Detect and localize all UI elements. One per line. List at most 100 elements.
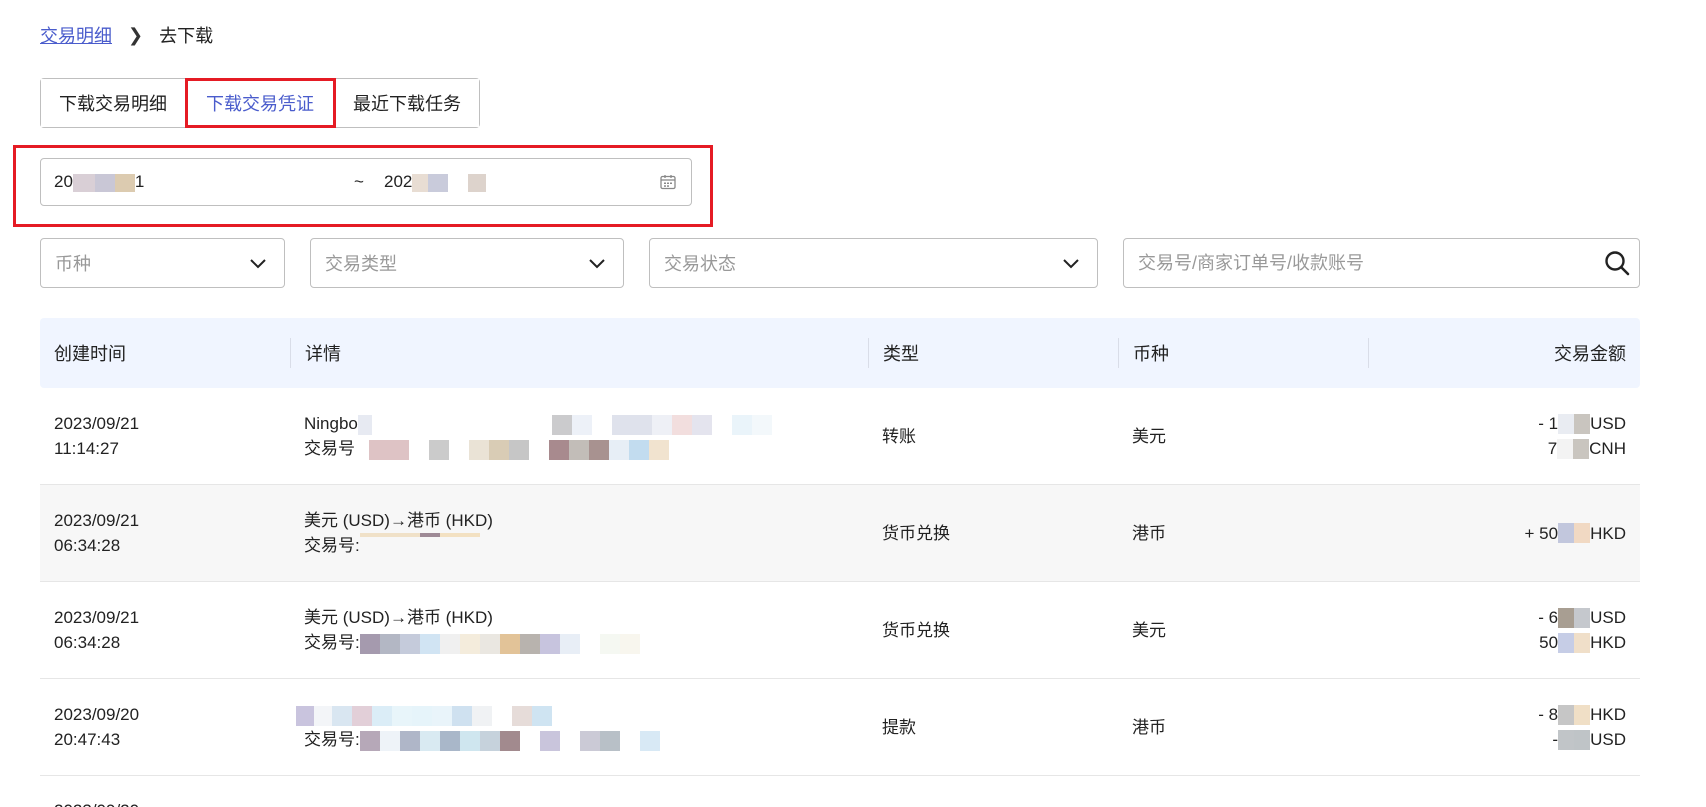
breadcrumb-link-transactions[interactable]: 交易明细 [40, 22, 112, 48]
redacted-block [499, 730, 520, 751]
detail-name: Ningbo [304, 414, 358, 433]
detail-name: 美元 (USD)→港币 (HKD) [304, 511, 493, 530]
date-range-picker[interactable]: 20 1 ~ 202 [40, 158, 692, 206]
search-icon [1605, 251, 1630, 276]
table-row[interactable]: 2023/09/20 [40, 776, 1640, 807]
redacted-block [751, 414, 772, 435]
table-row[interactable]: 2023/09/21 06:34:28 美元 (USD)→港币 (HKD) 交易… [40, 485, 1640, 582]
amount-unit: HKD [1590, 633, 1626, 652]
currency-cell: 港币 [1132, 717, 1166, 737]
type-cell: 转账 [882, 426, 916, 446]
created-time-cell: 2023/09/20 [40, 798, 290, 807]
transaction-no-label: 交易号 [304, 439, 355, 458]
redacted-block [519, 730, 540, 751]
redacted-block [512, 705, 532, 726]
currency-cell: 美元 [1132, 426, 1166, 446]
redacted-block [332, 705, 352, 726]
redacted-block [1558, 523, 1591, 543]
redacted-block [539, 730, 560, 751]
date-start-suffix: 1 [134, 172, 145, 191]
chevron-down-icon [589, 259, 605, 269]
column-header-amount: 交易金额 [1368, 338, 1640, 368]
redacted-block [609, 439, 629, 460]
created-time-cell: 2023/09/21 06:34:28 [40, 508, 290, 558]
transaction-status-select[interactable]: 交易状态 [649, 238, 1098, 288]
tab-recent-tasks[interactable]: 最近下载任务 [335, 79, 479, 127]
date-range-separator: ~ [354, 172, 364, 191]
table-row[interactable]: 2023/09/21 11:14:27 Ningbo 交易号 转账 美元 - 1… [40, 388, 1640, 485]
redacted-block [529, 439, 549, 460]
search-box [1123, 238, 1640, 288]
redacted-block [499, 633, 520, 654]
amount-value: 7 [1547, 439, 1558, 458]
redacted-block [1558, 704, 1591, 725]
redacted-block [579, 730, 600, 751]
redacted-block [72, 173, 95, 192]
tab-download-vouchers[interactable]: 下载交易凭证 [185, 78, 336, 128]
currency-cell: 美元 [1132, 620, 1166, 640]
transaction-no-label: 交易号: [304, 536, 360, 555]
redacted-block [359, 730, 380, 751]
redacted-block [439, 533, 480, 537]
redacted-block [369, 439, 409, 460]
redacted-block [432, 705, 452, 726]
redacted-block [419, 633, 440, 654]
row-time: 06:34:28 [54, 536, 121, 555]
row-date: 2023/09/21 [54, 511, 140, 530]
redacted-block [489, 439, 509, 460]
currency-select-placeholder: 币种 [55, 254, 91, 274]
type-cell: 货币兑换 [882, 523, 950, 543]
redacted-block [569, 439, 589, 460]
date-end-prefix: 202 [384, 172, 413, 191]
transaction-status-placeholder: 交易状态 [664, 254, 736, 274]
redacted-block [599, 633, 620, 654]
amount-cell: + 50 HKD [1368, 521, 1640, 546]
redacted-block [1558, 729, 1591, 750]
currency-select[interactable]: 币种 [40, 238, 285, 288]
redacted-block [399, 633, 420, 654]
column-header-type: 类型 [868, 338, 1118, 368]
calendar-icon[interactable] [659, 173, 677, 191]
tab-download-details[interactable]: 下载交易明细 [41, 79, 186, 127]
redacted-block [671, 414, 692, 435]
redacted-block [452, 705, 472, 726]
created-time-cell: 2023/09/20 20:47:43 [40, 702, 290, 752]
redacted-block [1558, 413, 1591, 434]
redacted-block [479, 730, 500, 751]
transaction-type-select[interactable]: 交易类型 [310, 238, 624, 288]
type-cell: 提款 [882, 717, 916, 737]
search-button[interactable] [1595, 239, 1639, 287]
table-row[interactable]: 2023/09/20 20:47:43 交易号: 提款 港币 - 8 HKD -U… [40, 679, 1640, 776]
redacted-block [352, 705, 372, 726]
chevron-down-icon [1063, 259, 1079, 269]
amount-cell: - 1 USD 7 CNH [1368, 411, 1640, 461]
redacted-block [589, 439, 609, 460]
redacted-block [492, 705, 512, 726]
date-start-field[interactable]: 20 1 [54, 172, 354, 192]
redacted-block [379, 730, 400, 751]
redacted-block [591, 414, 612, 435]
search-input[interactable] [1124, 239, 1595, 287]
amount-unit: USD [1590, 730, 1626, 749]
date-end-field[interactable]: 202 [384, 172, 659, 192]
details-cell: Ningbo 交易号 [290, 411, 868, 461]
download-page: 交易明细 ❯ 去下载 下载交易明细 下载交易凭证 最近下载任务 20 1 ~ 20… [0, 0, 1706, 807]
redacted-block [1558, 607, 1591, 628]
redacted-block [1557, 438, 1590, 459]
redacted-block [1558, 632, 1591, 653]
redacted-block [559, 730, 580, 751]
table-header: 创建时间 详情 类型 币种 交易金额 [40, 318, 1640, 388]
redacted-block [571, 414, 592, 435]
chevron-down-icon [250, 259, 266, 269]
redacted-block [296, 705, 314, 726]
redacted-block [551, 414, 572, 435]
amount-unit: USD [1590, 414, 1626, 433]
redacted-block [559, 633, 580, 654]
redacted-block [731, 414, 752, 435]
redacted-block [711, 414, 732, 435]
details-cell: 交易号: [290, 702, 868, 752]
currency-cell: 港币 [1132, 523, 1166, 543]
redacted-block [611, 414, 652, 435]
table-row[interactable]: 2023/09/21 06:34:28 美元 (USD)→港币 (HKD) 交易… [40, 582, 1640, 679]
redacted-block [651, 414, 672, 435]
